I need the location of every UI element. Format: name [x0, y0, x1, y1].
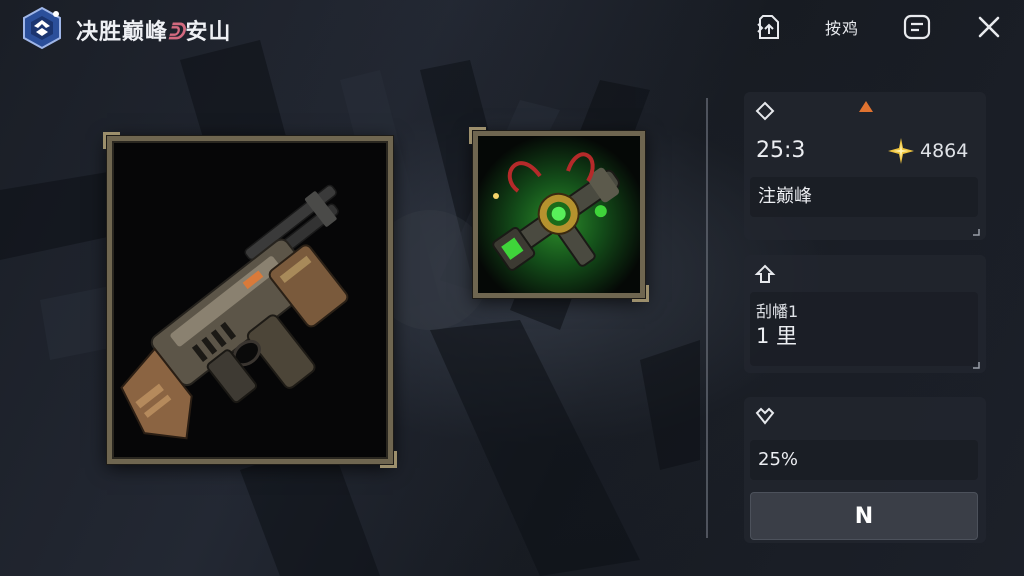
heart-diamond-icon: [755, 407, 775, 425]
share-button[interactable]: [752, 10, 786, 44]
title-main: 决胜巅峰: [76, 20, 169, 45]
stats-field[interactable]: 注巅峰: [750, 177, 978, 217]
title-mark: ᕲ: [168, 20, 186, 45]
share-icon: [757, 15, 779, 39]
up-arrow-icon: [754, 264, 776, 283]
panel-divider: [706, 98, 708, 538]
side-item-slot[interactable]: [469, 127, 649, 302]
chat-icon: [903, 14, 931, 40]
main-weapon-slot[interactable]: [103, 132, 397, 468]
game-title: 决胜巅峰ᕲ安山: [76, 14, 231, 46]
rifle-icon: [120, 184, 349, 440]
info-line-1: 刮幡1: [756, 302, 799, 321]
stat-right-value: 4864: [920, 140, 969, 162]
chat-button[interactable]: [900, 10, 934, 44]
game-logo-icon[interactable]: [20, 6, 64, 50]
star-burst-icon: [888, 138, 914, 164]
close-icon: [978, 16, 1000, 38]
green-launcher-icon: [492, 152, 620, 271]
diamond-icon: [755, 101, 775, 121]
top-bar: 决胜巅峰ᕲ安山 按鸡: [0, 0, 1024, 56]
text-button[interactable]: 按鸡: [814, 10, 870, 44]
corner-mark: [973, 229, 980, 236]
warning-triangle-icon: [859, 101, 873, 112]
action-button[interactable]: N: [750, 492, 978, 540]
stats-card: [744, 92, 986, 240]
stat-left-value: 25:3: [756, 138, 806, 163]
info-line-2: 1 里: [756, 324, 798, 348]
close-button[interactable]: [972, 10, 1006, 44]
rate-field[interactable]: 25%: [750, 440, 978, 480]
title-sub: 安山: [185, 20, 232, 45]
